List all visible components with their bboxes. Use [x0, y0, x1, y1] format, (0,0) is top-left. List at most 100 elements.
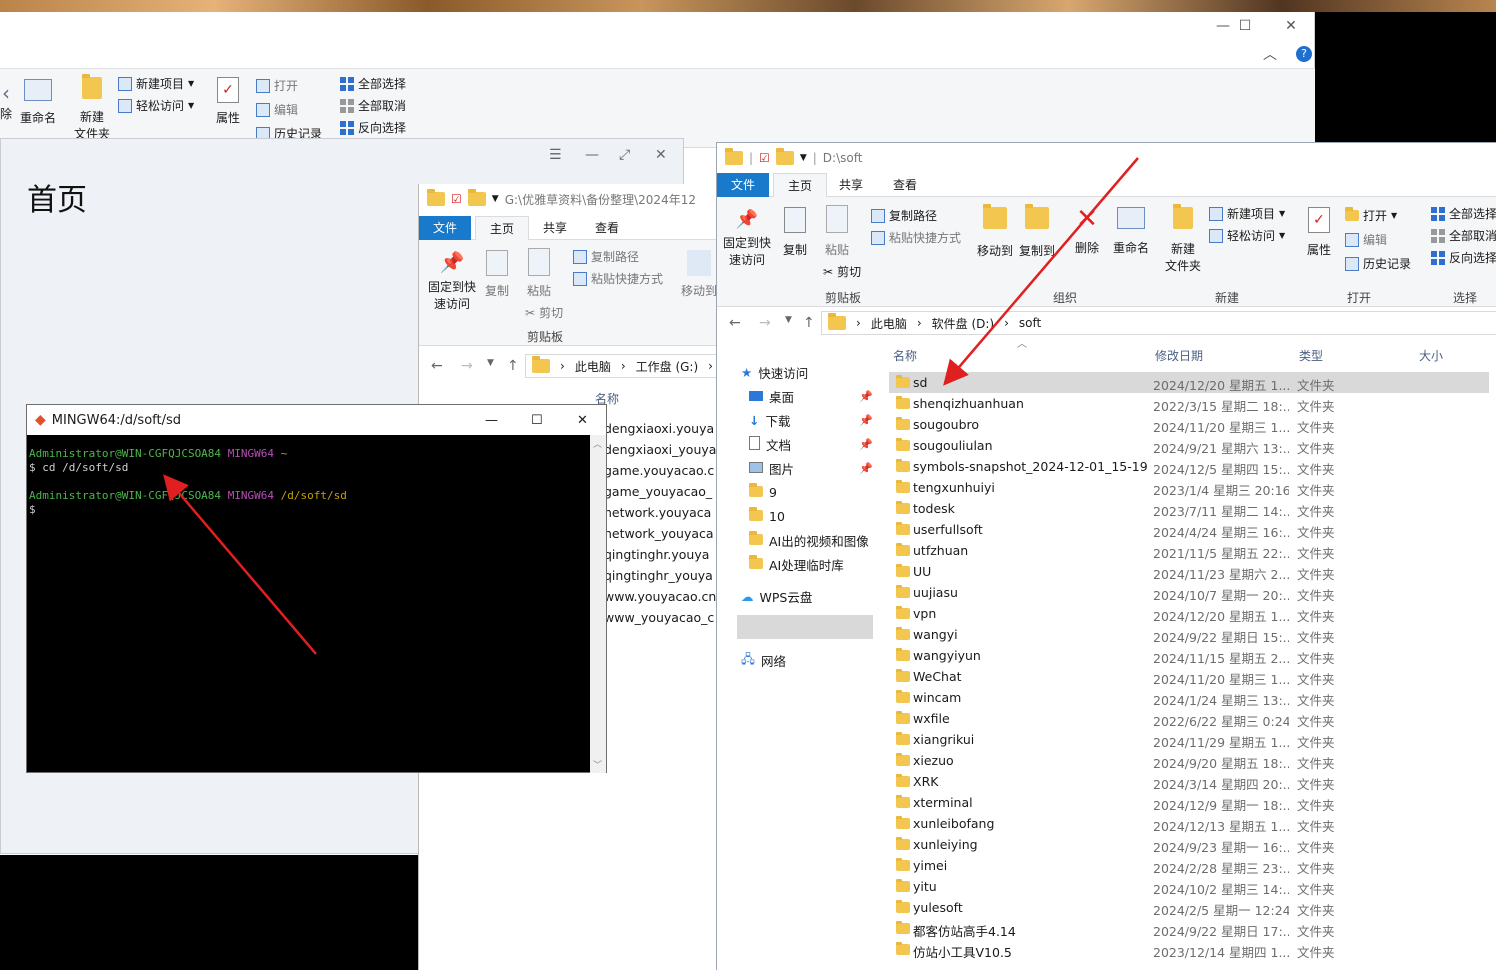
table-row[interactable]: sougoubro 2024/11/20 星期三 1... 文件夹 [889, 414, 1489, 435]
table-row[interactable]: todesk 2023/7/11 星期二 14:... 文件夹 [889, 498, 1489, 519]
terminal-output[interactable]: Administrator@WIN-CGFQJCSOA84 MINGW64 ~ $… [29, 447, 347, 517]
nav-item[interactable]: 桌面 📌 [749, 385, 873, 407]
table-row[interactable]: 仿站小工具V10.5 2023/12/14 星期四 1... 文件夹 [889, 939, 1489, 960]
pin-icon[interactable]: 📌 [859, 462, 873, 475]
pin-quick-access-button[interactable]: 📌 固定到快 速访问 [723, 209, 771, 268]
table-row[interactable]: wincam 2024/1/24 星期三 13:... 文件夹 [889, 687, 1489, 708]
table-row[interactable]: 都客仿站高手4.14 2024/9/22 星期日 17:... 文件夹 [889, 918, 1489, 939]
rename-button[interactable]: 重命名 [1113, 207, 1149, 256]
edit-button[interactable]: 编辑 [256, 101, 298, 118]
minimize-button[interactable]: — [485, 413, 498, 428]
address-bar[interactable]: › 此电脑 › 软件盘 (D:) › soft [821, 311, 1496, 335]
pin-icon[interactable]: 📌 [859, 414, 873, 427]
new-item-button[interactable]: 新建项目 ▼ [1209, 205, 1285, 222]
invert-selection-button[interactable]: 反向选择 [1431, 249, 1496, 266]
list-item[interactable]: dengxiaoxi.youya [595, 418, 719, 439]
column-header-date[interactable]: 修改日期 [1155, 347, 1203, 364]
restore-icon[interactable]: ⤢ [619, 147, 630, 163]
maximize-button[interactable]: ☐ [1222, 12, 1268, 40]
table-row[interactable]: wxfile 2022/6/22 星期三 0:24 文件夹 [889, 708, 1489, 729]
address-bar[interactable]: › 此电脑 › 工作盘 (G:) › [525, 354, 719, 378]
list-item[interactable]: game.youyacao.c [595, 460, 719, 481]
list-item[interactable]: www_youyacao_c [595, 607, 719, 628]
paste-button[interactable]: 粘贴 [527, 248, 551, 299]
tab-home[interactable]: 主页 [475, 216, 530, 240]
table-row[interactable]: xiangrikui 2024/11/29 星期五 1... 文件夹 [889, 729, 1489, 750]
scroll-up-icon[interactable]: ︿ [593, 437, 602, 450]
breadcrumb-item[interactable]: 软件盘 (D:) [932, 315, 994, 332]
nav-item[interactable]: ↓ 下载 📌 [749, 409, 873, 431]
forward-button[interactable]: → [759, 315, 771, 331]
paste-button[interactable]: 粘贴 [825, 205, 849, 258]
close-button[interactable]: ✕ [1268, 12, 1314, 40]
breadcrumb-item[interactable]: 此电脑 [871, 315, 907, 332]
forward-button[interactable]: → [461, 358, 473, 374]
list-item[interactable]: www.youyacao.cn [595, 586, 719, 607]
close-button[interactable]: ✕ [577, 413, 588, 428]
list-item[interactable]: qingtinghr_youya [595, 565, 719, 586]
pin-icon[interactable]: 📌 [859, 390, 873, 403]
table-row[interactable]: sougouliulan 2024/9/21 星期六 13:... 文件夹 [889, 435, 1489, 456]
edit-button[interactable]: 编辑 [1345, 231, 1387, 248]
nav-item[interactable]: ★ 快速访问 [741, 361, 873, 383]
table-row[interactable]: wangyiyun 2024/11/15 星期五 2... 文件夹 [889, 645, 1489, 666]
table-row[interactable]: sd 2024/12/20 星期五 1... 文件夹 [889, 372, 1489, 393]
back-button[interactable]: ← [431, 358, 443, 374]
new-folder-button[interactable]: 新建 文件夹 [1165, 204, 1201, 274]
easy-access-button[interactable]: 轻松访问 ▼ [118, 97, 194, 114]
list-item[interactable]: qingtinghr.youya [595, 544, 719, 565]
chevron-down-icon[interactable]: ▼ [492, 194, 499, 204]
open-button[interactable]: 打开 ▼ [1345, 207, 1397, 224]
paste-shortcut-button[interactable]: 粘贴快捷方式 [871, 229, 961, 246]
table-row[interactable]: shenqizhuanhuan 2022/3/15 星期二 18:... 文件夹 [889, 393, 1489, 414]
column-header-size[interactable]: 大小 [1419, 347, 1443, 364]
back-button[interactable]: ← [729, 315, 741, 331]
scrollbar[interactable]: ︿ ﹀ [590, 435, 606, 773]
new-item-button[interactable]: 新建项目 ▼ [118, 75, 194, 92]
pin-icon[interactable]: 📌 [859, 438, 873, 451]
close-button[interactable]: ✕ [655, 147, 667, 163]
easy-access-button[interactable]: 轻松访问 ▼ [1209, 227, 1285, 244]
cut-button[interactable]: ✂ 剪切 [823, 263, 861, 280]
table-row[interactable]: xiezuo 2024/9/20 星期五 18:... 文件夹 [889, 750, 1489, 771]
cut-button[interactable]: ✂ 剪切 [525, 304, 563, 321]
chevron-down-icon[interactable]: ▼ [800, 153, 807, 163]
breadcrumb-item[interactable]: 此电脑 [575, 358, 611, 375]
column-header-type[interactable]: 类型 [1299, 347, 1323, 364]
nav-item[interactable]: 文档 📌 [749, 433, 873, 455]
table-row[interactable]: uujiasu 2024/10/7 星期一 20:... 文件夹 [889, 582, 1489, 603]
table-row[interactable]: xterminal 2024/12/9 星期一 18:... 文件夹 [889, 792, 1489, 813]
open-button[interactable]: 打开 [256, 77, 298, 94]
table-row[interactable]: vpn 2024/12/20 星期五 1... 文件夹 [889, 603, 1489, 624]
table-row[interactable]: yitu 2024/10/2 星期三 14:... 文件夹 [889, 876, 1489, 897]
properties-icon[interactable]: ☑ [759, 151, 770, 165]
collapse-ribbon-icon[interactable]: ︿ [1258, 40, 1282, 68]
tab-file[interactable]: 文件 [717, 173, 770, 197]
list-item[interactable]: network_youyaca [595, 523, 719, 544]
nav-item[interactable]: AI处理临时库 [749, 553, 873, 575]
table-row[interactable]: symbols-snapshot_2024-12-01_15-19 2024/12… [889, 456, 1489, 477]
list-item[interactable]: game_youyacao_ [595, 481, 719, 502]
table-row[interactable]: userfullsoft 2024/4/24 星期三 16:... 文件夹 [889, 519, 1489, 540]
breadcrumb-item[interactable]: 工作盘 (G:) [636, 358, 699, 375]
table-row[interactable]: wangyi 2024/9/22 星期日 15:... 文件夹 [889, 624, 1489, 645]
table-row[interactable]: XRK 2024/3/14 星期四 20:... 文件夹 [889, 771, 1489, 792]
table-row[interactable]: yimei 2024/2/28 星期三 23:... 文件夹 [889, 855, 1489, 876]
nav-item[interactable]: AI出的视频和图像 [749, 529, 873, 551]
rename-button[interactable]: 重命名 [20, 79, 56, 126]
pin-quick-access-button[interactable]: 📌 固定到快速访问 [427, 250, 477, 312]
tab-share[interactable]: 共享 [825, 173, 877, 197]
help-icon[interactable]: ? [1296, 46, 1312, 62]
move-to-button[interactable]: 移动到 [977, 204, 1013, 259]
nav-item[interactable]: 🖧 网络 [741, 649, 873, 671]
up-button[interactable]: ↑ [803, 315, 815, 331]
delete-button[interactable]: ✕ 删除 [1075, 205, 1099, 256]
list-item[interactable]: dengxiaoxi_youya [595, 439, 719, 460]
tab-view[interactable]: 查看 [879, 173, 931, 197]
new-folder-button[interactable]: 新建 文件夹 [74, 74, 110, 142]
table-row[interactable]: WeChat 2024/11/20 星期三 1... 文件夹 [889, 666, 1489, 687]
recent-locations-button[interactable]: ▼ [487, 358, 494, 368]
table-row[interactable]: xunleibofang 2024/12/13 星期五 1... 文件夹 [889, 813, 1489, 834]
select-none-button[interactable]: 全部取消 [340, 97, 406, 114]
table-row[interactable]: tengxunhuiyi 2023/1/4 星期三 20:16 文件夹 [889, 477, 1489, 498]
